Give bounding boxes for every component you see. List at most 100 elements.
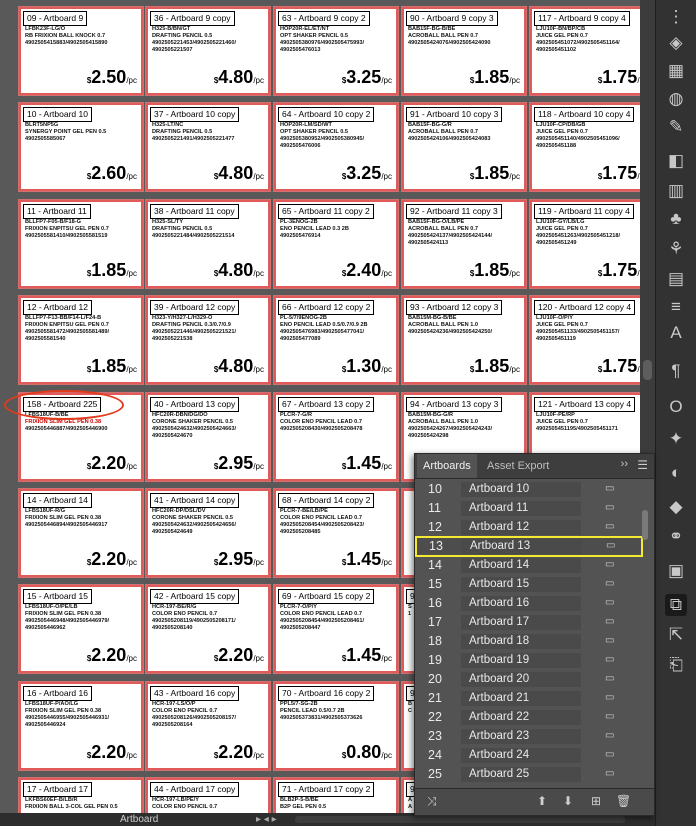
artboard-options-icon[interactable]: ▭	[605, 750, 617, 760]
opentype-icon[interactable]: O	[665, 396, 687, 418]
artboard-name-label[interactable]: 67 - Artboard 13 copy 2	[278, 397, 375, 412]
artboard-tile[interactable]: 66 - Artboard 12 copy 2 PL-5/7/9ENOG-2B EN…	[273, 295, 399, 385]
artboard-row-name[interactable]: Artboard 12	[461, 520, 581, 535]
artboard-row[interactable]: 15 Artboard 15 ▭	[415, 575, 643, 594]
artboard-name-label[interactable]: 69 - Artboard 15 copy 2	[278, 589, 375, 604]
artboard-name-label[interactable]: 94 - Artboard 13 copy 3	[406, 397, 503, 412]
rearrange-icon[interactable]: ⤨	[427, 794, 437, 809]
artboard-options-icon[interactable]: ▭	[605, 731, 617, 741]
libraries-icon[interactable]: ▦	[665, 60, 687, 82]
artboard-name-label[interactable]: 37 - Artboard 10 copy	[150, 107, 240, 122]
artboard-tile[interactable]: 68 - Artboard 14 copy 2 PLCR-7-BE/LB/PE CO…	[273, 488, 399, 578]
artboard-name-label[interactable]: 70 - Artboard 16 copy 2	[278, 686, 375, 701]
artboard-name-label[interactable]: 15 - Artboard 15	[23, 589, 92, 604]
artboard-name-label[interactable]: 63 - Artboard 9 copy 2	[278, 11, 370, 26]
artboard-name-label[interactable]: 41 - Artboard 14 copy	[150, 493, 240, 508]
artboard-row[interactable]: 18 Artboard 18 ▭	[415, 632, 643, 651]
artboard-name-label[interactable]: 44 - Artboard 17 copy	[150, 782, 240, 797]
artboard-row[interactable]: 12 Artboard 12 ▭	[415, 518, 643, 537]
artboard-tile[interactable]: 92 - Artboard 11 copy 3 BAB15F-BG-O/LB/PE…	[401, 199, 527, 289]
artboard-name-label[interactable]: 14 - Artboard 14	[23, 493, 92, 508]
move-down-icon[interactable]: ⬇	[563, 794, 573, 808]
artboard-tile[interactable]: 38 - Artboard 11 copy H325-SL/TY DRAFTING …	[145, 199, 271, 289]
artboard-tile[interactable]: 40 - Artboard 13 copy HFC20R-DBN/DG/DO COR…	[145, 392, 271, 482]
artboard-options-icon[interactable]: ▭	[605, 769, 617, 779]
artboard-name-label[interactable]: 71 - Artboard 17 copy 2	[278, 782, 375, 797]
appearance-icon[interactable]: ✦	[665, 428, 687, 450]
artboard-tile[interactable]: 71 - Artboard 17 copy 2 BLB2P-5-B/BE B2P G…	[273, 777, 399, 813]
artboard-row[interactable]: 17 Artboard 17 ▭	[415, 613, 643, 632]
artboard-name-label[interactable]: 121 - Artboard 13 copy 4	[534, 397, 636, 412]
artboard-row[interactable]: 23 Artboard 23 ▭	[415, 727, 643, 746]
artboard-row-name[interactable]: Artboard 25	[461, 767, 581, 782]
artboard-row[interactable]: 10 Artboard 10 ▭	[415, 480, 643, 499]
tab-asset-export[interactable]: Asset Export	[481, 454, 555, 478]
artboard-list[interactable]: 10 Artboard 10 ▭ 11 Artboard 11 ▭ 12 Artboard 1…	[415, 480, 643, 788]
artboard-tile[interactable]: 91 - Artboard 10 copy 3 BAB15F-BG-G/R ACRO…	[401, 102, 527, 192]
artboard-tile[interactable]: 63 - Artboard 9 copy 2 HOP20R-EL/ET/NT OPT…	[273, 6, 399, 96]
artboard-name-label[interactable]: 43 - Artboard 16 copy	[150, 686, 240, 701]
artboard-row[interactable]: 20 Artboard 20 ▭	[415, 670, 643, 689]
artboard-tile[interactable]: 14 - Artboard 14 LFBS18UF-R/G FRIXION SLIM…	[18, 488, 144, 578]
artboard-row-name[interactable]: Artboard 18	[461, 634, 581, 649]
artboard-name-label[interactable]: 64 - Artboard 10 copy 2	[278, 107, 375, 122]
artboard-row-name[interactable]: Artboard 19	[461, 653, 581, 668]
artboard-tile[interactable]: 90 - Artboard 9 copy 3 BAB15F-BG-B/BE ACRO…	[401, 6, 527, 96]
artboard-row-name[interactable]: Artboard 11	[461, 501, 581, 516]
artboard-tile[interactable]: 09 - Artboard 9 LFBK23F-LG/O RB FRIXION BA…	[18, 6, 144, 96]
artboard-options-icon[interactable]: ▭	[605, 617, 617, 627]
artboard-tile[interactable]: 118 - Artboard 10 copy 4 LJU10F-CP/DB/GB J…	[529, 102, 655, 192]
move-up-icon[interactable]: ⬆	[537, 794, 547, 808]
align-icon[interactable]: ▤	[665, 268, 687, 290]
artboard-row-name[interactable]: Artboard 24	[461, 748, 581, 763]
artboard-navigation-label[interactable]: Artboard	[120, 813, 158, 826]
artboard-name-label[interactable]: 40 - Artboard 13 copy	[150, 397, 240, 412]
export-icon[interactable]: ⎗	[665, 654, 687, 676]
artboard-options-icon[interactable]: ▭	[605, 636, 617, 646]
delete-icon[interactable]: 🗑	[616, 794, 631, 808]
artboard-name-label[interactable]: 09 - Artboard 9	[23, 11, 88, 26]
pathfinder-icon[interactable]: ◆	[665, 496, 687, 518]
artboard-tile[interactable]: 44 - Artboard 17 copy HCR-197-LB/PE/Y COLO…	[145, 777, 271, 813]
nav-arrows[interactable]: ▸ ◂ ▸	[256, 813, 277, 826]
artboard-tile[interactable]: 64 - Artboard 10 copy 2 HOP20R-LM/SD/WT OP…	[273, 102, 399, 192]
paragraph-icon[interactable]: ¶	[665, 360, 687, 382]
artboard-row-name[interactable]: Artboard 17	[461, 615, 581, 630]
artboard-row-name[interactable]: Artboard 16	[461, 596, 581, 611]
layers-icon[interactable]: ◈	[665, 32, 687, 54]
artboard-name-label[interactable]: 66 - Artboard 12 copy 2	[278, 300, 375, 315]
artboard-options-icon[interactable]: ▭	[605, 503, 617, 513]
artboard-row[interactable]: 11 Artboard 11 ▭	[415, 499, 643, 518]
new-artboard-icon[interactable]: ⊞	[591, 794, 601, 808]
artboard-tile[interactable]: 41 - Artboard 14 copy HFC20R-DP/DSL/DV COR…	[145, 488, 271, 578]
artboard-tile[interactable]: 70 - Artboard 16 copy 2 PPL5/7-SG-2B PENCI…	[273, 681, 399, 771]
list-scrollbar[interactable]	[641, 480, 650, 790]
artboard-row-name[interactable]: Artboard 14	[461, 558, 581, 573]
artboard-name-label[interactable]: 36 - Artboard 9 copy	[150, 11, 235, 26]
color-icon[interactable]: ◍	[665, 88, 687, 110]
artboard-tile[interactable]: 10 - Artboard 10 BLRT5NP5G SYNERGY POINT G…	[18, 102, 144, 192]
artboard-tile[interactable]: 16 - Artboard 16 LFBS18UF-P/AO/LG FRIXION …	[18, 681, 144, 771]
artboard-row[interactable]: 16 Artboard 16 ▭	[415, 594, 643, 613]
brush-icon[interactable]: ✎	[665, 116, 687, 138]
artboard-row-name[interactable]: Artboard 23	[461, 729, 581, 744]
artboard-name-label[interactable]: 65 - Artboard 11 copy 2	[278, 204, 374, 219]
artboard-tile[interactable]: 93 - Artboard 12 copy 3 BAB15M-BG-B/BE ACR…	[401, 295, 527, 385]
artboard-tile[interactable]: 69 - Artboard 15 copy 2 PLCR-7-O/P/Y COLOR…	[273, 584, 399, 674]
artboard-row[interactable]: 21 Artboard 21 ▭	[415, 689, 643, 708]
graphic-styles-icon[interactable]: ◐	[665, 462, 687, 484]
artboard-options-icon[interactable]: ▭	[605, 712, 617, 722]
artboard-options-icon[interactable]: ▭	[606, 541, 618, 551]
artboard-tile[interactable]: 65 - Artboard 11 copy 2 PL-3ENOG-2B ENO PE…	[273, 199, 399, 289]
artboard-row-name[interactable]: Artboard 10	[461, 482, 581, 497]
artboard-name-label[interactable]: 38 - Artboard 11 copy	[150, 204, 239, 219]
artboard-options-icon[interactable]: ▭	[605, 598, 617, 608]
artboard-row-name[interactable]: Artboard 15	[461, 577, 581, 592]
artboard-options-icon[interactable]: ▭	[605, 579, 617, 589]
artboard-options-icon[interactable]: ▭	[605, 522, 617, 532]
artboard-options-icon[interactable]: ▭	[605, 674, 617, 684]
artboard-tile[interactable]: 42 - Artboard 15 copy HCR-197-BE/R/G COLOR…	[145, 584, 271, 674]
artboard-row-name[interactable]: Artboard 20	[461, 672, 581, 687]
artboards-panel-icon[interactable]: ⧉	[665, 594, 687, 616]
artboard-tile[interactable]: 37 - Artboard 10 copy H325-LT/NC DRAFTING …	[145, 102, 271, 192]
